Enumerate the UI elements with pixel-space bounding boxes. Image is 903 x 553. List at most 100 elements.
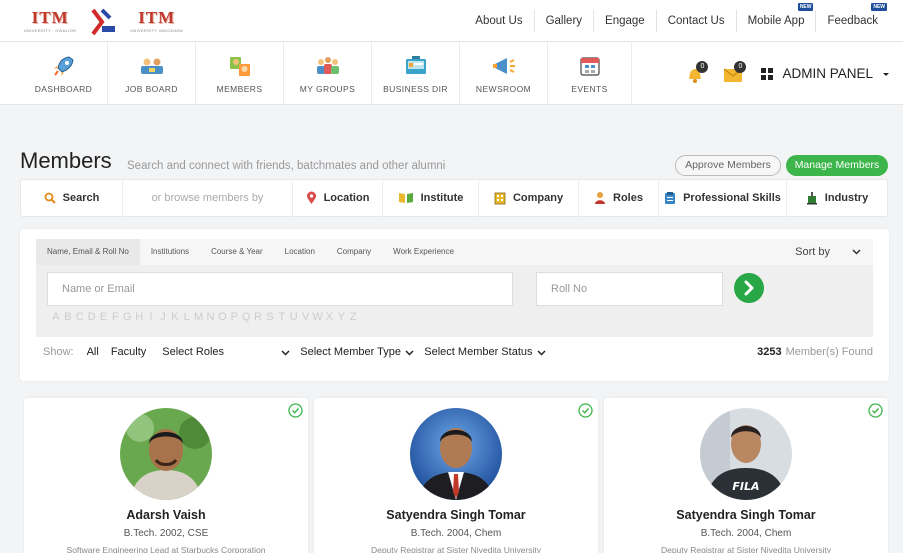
verified-check-icon <box>288 403 303 418</box>
svg-text:FILA: FILA <box>732 480 759 493</box>
nav-dashboard[interactable]: DASHBOARD <box>20 42 108 105</box>
alphabet-letter[interactable]: X <box>323 311 335 323</box>
new-badge: NEW <box>797 3 814 11</box>
alphabet-letter[interactable]: M <box>193 311 205 323</box>
alphabet-letter[interactable]: F <box>109 311 121 323</box>
page-subtitle: Search and connect with friends, batchma… <box>127 160 446 172</box>
groups-icon <box>316 56 339 74</box>
alphabet-letter[interactable]: N <box>205 311 217 323</box>
browse-company[interactable]: Company <box>479 179 579 217</box>
notifications-button[interactable]: 0 <box>684 60 709 85</box>
member-name[interactable]: Adarsh Vaish <box>24 508 308 522</box>
alphabet-letter[interactable]: D <box>86 311 98 323</box>
search-submit-button[interactable] <box>734 273 764 303</box>
alphabet-letter[interactable]: L <box>181 311 193 323</box>
select-roles[interactable]: Select Roles <box>162 346 290 358</box>
browse-professional-skills[interactable]: Professional Skills <box>659 179 787 217</box>
member-card[interactable]: Adarsh Vaish B.Tech. 2002, CSE Software … <box>24 398 308 553</box>
browse-search[interactable]: Search <box>21 179 123 217</box>
nav-events[interactable]: EVENTS <box>548 42 632 105</box>
browse-location[interactable]: Location <box>293 179 383 217</box>
search-zone: Name or Email Roll No ABCDEFGHIJKLMNOPQR… <box>36 265 873 337</box>
browse-industry[interactable]: Industry <box>787 179 887 217</box>
feedback-link[interactable]: Feedback NEW <box>815 3 889 32</box>
select-member-type[interactable]: Select Member Type <box>300 346 414 358</box>
nav-members[interactable]: MEMBERS <box>196 42 284 105</box>
itm-vadodara-logo[interactable]: ITM UNIVERSITY VADODARA <box>130 6 183 36</box>
tab-course-year[interactable]: Course & Year <box>200 239 274 265</box>
mobile-app-link[interactable]: Mobile App NEW <box>735 3 816 32</box>
nav-my-groups[interactable]: MY GROUPS <box>284 42 372 105</box>
chevron-down-icon <box>405 349 414 356</box>
messages-button[interactable]: 0 <box>722 60 747 85</box>
about-us-link[interactable]: About Us <box>464 10 533 32</box>
alphabet-letter[interactable]: T <box>276 311 288 323</box>
alphabet-letter[interactable]: A <box>50 311 62 323</box>
browse-institute[interactable]: Institute <box>383 179 479 217</box>
avatar[interactable]: FILA <box>700 408 792 500</box>
browse-prompt: or browse members by <box>123 179 293 217</box>
contact-us-link[interactable]: Contact Us <box>655 10 736 32</box>
person-icon <box>595 192 606 204</box>
member-count: 3253 <box>757 346 782 358</box>
name-email-input[interactable]: Name or Email <box>47 272 513 306</box>
sort-by-select[interactable]: Sort by <box>795 239 861 265</box>
manage-members-button[interactable]: Manage Members <box>786 155 888 176</box>
tab-name-email-roll[interactable]: Name, Email & Roll No <box>36 239 140 265</box>
alphabet-letter[interactable]: W <box>312 311 324 323</box>
tab-location[interactable]: Location <box>274 239 326 265</box>
avatar[interactable] <box>120 408 212 500</box>
search-icon <box>44 192 56 204</box>
alphabet-letter[interactable]: Z <box>347 311 359 323</box>
alphabet-letter[interactable]: E <box>98 311 110 323</box>
alphabet-letter[interactable]: H <box>133 311 145 323</box>
members-found: 3253 Member(s) Found <box>757 346 873 358</box>
member-card[interactable]: FILA Satyendra Singh Tomar B.Tech. 2004,… <box>604 398 888 553</box>
factory-icon <box>806 192 817 205</box>
alphabet-letter[interactable]: P <box>228 311 240 323</box>
member-card[interactable]: Satyendra Singh Tomar B.Tech. 2004, Chem… <box>314 398 598 553</box>
alphabet-letter[interactable]: C <box>74 311 86 323</box>
top-links: About Us Gallery Engage Contact Us Mobil… <box>464 0 889 42</box>
book-icon <box>398 193 413 203</box>
nav-job-board[interactable]: JOB BOARD <box>108 42 196 105</box>
filter-tabs: Name, Email & Roll No Institutions Cours… <box>36 239 873 265</box>
alphabet-letter[interactable]: I <box>145 311 157 323</box>
approve-members-button[interactable]: Approve Members <box>675 155 781 176</box>
itm-gwalior-logo[interactable]: ITM UNIVERSITY · GWALIOR <box>24 6 76 36</box>
chevron-down-icon <box>537 349 546 356</box>
alphabet-letter[interactable]: Q <box>240 311 252 323</box>
alphabet-letter[interactable]: U <box>288 311 300 323</box>
roll-no-input[interactable]: Roll No <box>536 272 723 306</box>
member-name[interactable]: Satyendra Singh Tomar <box>604 508 888 522</box>
browse-roles[interactable]: Roles <box>579 179 659 217</box>
clipboard-icon <box>665 192 676 204</box>
show-faculty-option[interactable]: Faculty <box>111 346 146 358</box>
chevron-down-icon <box>852 249 861 255</box>
alphabet-letter[interactable]: Y <box>335 311 347 323</box>
member-education: B.Tech. 2004, Chem <box>410 528 502 539</box>
alphabet-letter[interactable]: O <box>216 311 228 323</box>
nav-business-dir[interactable]: BUSINESS DIR <box>372 42 460 105</box>
tab-company[interactable]: Company <box>326 239 382 265</box>
select-member-status[interactable]: Select Member Status <box>424 346 546 358</box>
alphabet-letter[interactable]: G <box>121 311 133 323</box>
alphabet-letter[interactable]: B <box>62 311 74 323</box>
alphabet-letter[interactable]: V <box>300 311 312 323</box>
avatar[interactable] <box>410 408 502 500</box>
megaphone-icon <box>492 57 515 74</box>
rocket-icon <box>53 55 74 76</box>
alphabet-letter[interactable]: R <box>252 311 264 323</box>
show-all-option[interactable]: All <box>87 346 99 358</box>
gallery-link[interactable]: Gallery <box>533 10 593 32</box>
top-bar: ITM UNIVERSITY · GWALIOR ITM UNIVERSITY … <box>0 0 903 42</box>
tab-work-experience[interactable]: Work Experience <box>382 239 465 265</box>
tab-institutions[interactable]: Institutions <box>140 239 200 265</box>
alphabet-letter[interactable]: K <box>169 311 181 323</box>
member-name[interactable]: Satyendra Singh Tomar <box>314 508 598 522</box>
nav-newsroom[interactable]: NEWSROOM <box>460 42 548 105</box>
engage-link[interactable]: Engage <box>593 10 656 32</box>
alphabet-letter[interactable]: S <box>264 311 276 323</box>
admin-panel-menu[interactable]: ADMIN PANEL <box>760 66 891 81</box>
alphabet-letter[interactable]: J <box>157 311 169 323</box>
